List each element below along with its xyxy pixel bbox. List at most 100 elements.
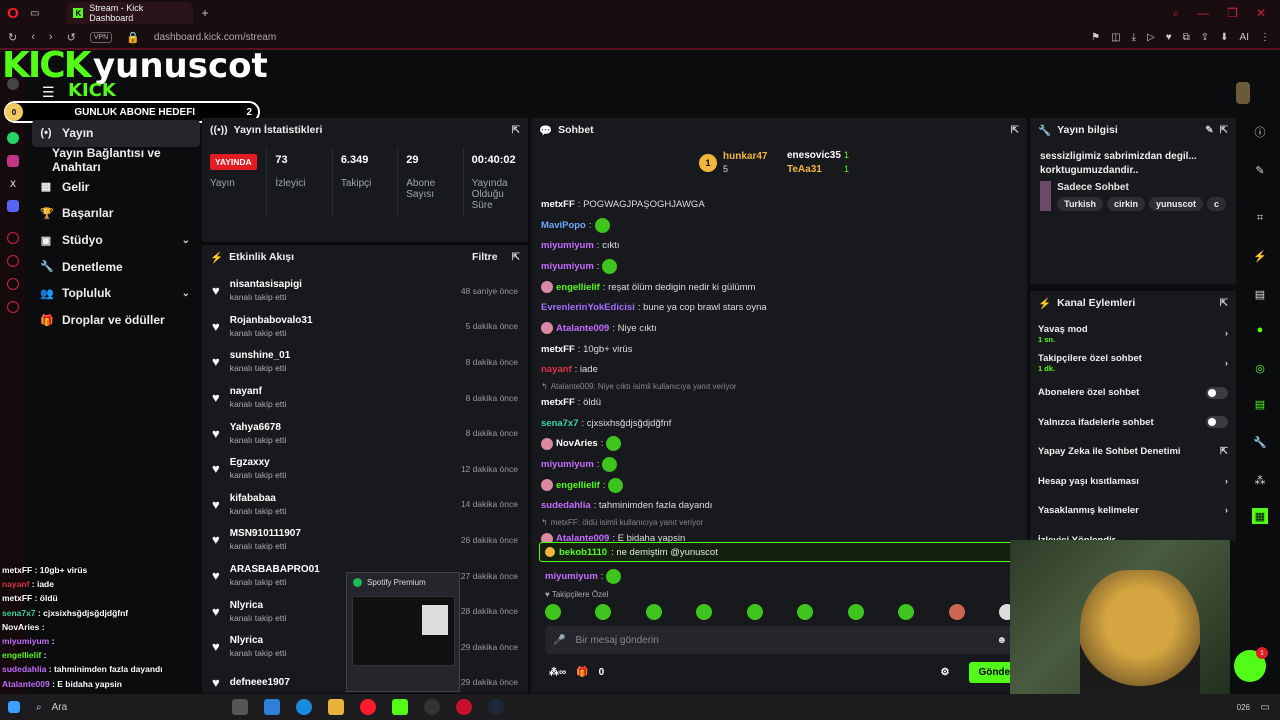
whatsapp-icon[interactable] bbox=[7, 132, 19, 144]
gifter-name[interactable]: hunkar47 bbox=[723, 151, 767, 162]
filter-button[interactable]: Filtre bbox=[472, 251, 498, 263]
minimize-icon[interactable]: — bbox=[1197, 6, 1209, 21]
chat-settings-icon[interactable]: ⚙ bbox=[940, 667, 949, 678]
history-icon[interactable] bbox=[7, 255, 19, 267]
maximize-icon[interactable]: ❐ bbox=[1227, 6, 1238, 21]
kick-icon[interactable] bbox=[392, 699, 408, 715]
emote-icon[interactable] bbox=[595, 604, 612, 620]
chat-username[interactable]: metxFF bbox=[541, 199, 575, 210]
activity-user[interactable]: nisantasisapigi bbox=[230, 279, 302, 290]
nav-item[interactable]: ▣ Stüdyo ⌄ bbox=[32, 227, 200, 254]
activity-user[interactable]: Rojanbabovalo31 bbox=[230, 315, 313, 326]
points-icon[interactable]: ⁂∞ bbox=[549, 667, 566, 678]
chat-message[interactable]: miyumiyum: bbox=[541, 454, 1021, 475]
activity-item[interactable]: ♥ MSN910111907 kanalı takip etti 26 dakika … bbox=[202, 522, 528, 558]
discord-icon[interactable] bbox=[7, 200, 19, 212]
activity-item[interactable]: ♥ nisantasisapigi kanalı takip etti 48 sani… bbox=[202, 273, 528, 309]
chat-icon[interactable]: ● bbox=[1252, 322, 1268, 338]
chat-input-placeholder[interactable]: Bir mesaj gönderin bbox=[575, 635, 658, 646]
popout-icon[interactable]: ⇱ bbox=[1220, 125, 1228, 136]
explorer-icon[interactable] bbox=[328, 699, 344, 715]
spotify-preview[interactable]: Spotify Premium bbox=[346, 572, 460, 692]
chat-username[interactable]: metxFF bbox=[541, 344, 575, 355]
forward-icon[interactable]: › bbox=[49, 31, 53, 43]
chat-username[interactable]: sena7x7 bbox=[541, 418, 579, 429]
chat-username[interactable]: metxFF bbox=[541, 397, 575, 408]
channel-action-row[interactable]: İzleyici Yönlendir bbox=[1030, 526, 1236, 541]
category-thumbnail[interactable] bbox=[1040, 181, 1052, 211]
chat-username[interactable]: engellielif bbox=[556, 480, 600, 491]
edit-icon[interactable]: ✎ bbox=[1205, 125, 1213, 136]
activity-user[interactable]: Nlyrica bbox=[230, 600, 287, 611]
activity-user[interactable]: MSN910111907 bbox=[230, 528, 301, 539]
wrench-icon[interactable]: 🔧 bbox=[1252, 434, 1268, 450]
emote-icon[interactable] bbox=[645, 604, 662, 620]
info-icon[interactable]: ⓘ bbox=[1252, 124, 1268, 140]
screen-icon[interactable]: ⌗ bbox=[1252, 210, 1268, 226]
activity-item[interactable]: ♥ sunshine_01 kanalı takip etti 8 dakika ön… bbox=[202, 344, 528, 380]
nav-item[interactable]: ▦ Gelir bbox=[32, 173, 200, 200]
notification-icon[interactable]: ▭ bbox=[1261, 702, 1270, 713]
popout-icon[interactable]: ⇱ bbox=[1220, 298, 1228, 309]
activity-user[interactable]: Yahya6678 bbox=[230, 422, 287, 433]
chat-message[interactable]: miyumiyum: bbox=[541, 256, 1021, 277]
emote-icon[interactable] bbox=[746, 604, 763, 620]
clapper-icon[interactable]: ▦ bbox=[1252, 508, 1268, 524]
activity-user[interactable]: nayanf bbox=[230, 386, 287, 397]
snapshot-icon[interactable]: ◫ bbox=[1111, 32, 1120, 43]
activity-user[interactable]: Egzaxxy bbox=[230, 457, 287, 468]
channel-action-row[interactable]: Yapay Zeka ile Sohbet Denetimi ⇱ bbox=[1030, 437, 1236, 467]
chat-message[interactable]: engellielif: reşat ölüm dedigin nedir ki… bbox=[541, 277, 1021, 298]
chat-message[interactable]: metxFF: 10gb+ virüs bbox=[541, 339, 1021, 360]
external-link-icon[interactable]: ⇱ bbox=[1220, 446, 1228, 457]
search-icon[interactable]: ⌕ bbox=[1172, 6, 1179, 21]
gifter-name[interactable]: TeAa31 bbox=[787, 164, 822, 175]
chat-message[interactable]: NovAries: bbox=[541, 434, 1021, 455]
chevron-down-icon[interactable]: ⌄ bbox=[182, 235, 190, 246]
start-icon[interactable] bbox=[8, 701, 20, 713]
nav-item[interactable]: (•) Yayın bbox=[32, 120, 200, 147]
toggle-switch[interactable] bbox=[1206, 386, 1228, 399]
chevron-right-icon[interactable]: › bbox=[1225, 328, 1228, 339]
bookmark-icon[interactable]: ⚑ bbox=[1091, 32, 1100, 43]
chat-username[interactable]: miyumiyum bbox=[541, 459, 594, 470]
ai-button[interactable]: AI bbox=[1240, 32, 1249, 43]
chat-username[interactable]: miyumiyum bbox=[545, 571, 598, 582]
activity-item[interactable]: ♥ nayanf kanalı takip etti 8 dakika önce bbox=[202, 380, 528, 416]
channel-action-row[interactable]: Takipçilere özel sohbet 1 dk. › bbox=[1030, 349, 1236, 379]
heart-icon[interactable]: ♥ bbox=[1166, 32, 1172, 43]
chat-username[interactable]: MaviPopo bbox=[541, 220, 586, 231]
chat-message[interactable]: sudedahlia: tahminimden fazla dayandı bbox=[541, 496, 1021, 517]
activity-item[interactable]: ♥ Rojanbabovalo31 kanalı takip etti 5 dakik… bbox=[202, 309, 528, 345]
edit-icon[interactable]: ✎ bbox=[1252, 162, 1268, 178]
chat-input[interactable]: 🎤 Bir mesaj gönderin ☻ bbox=[545, 626, 1015, 654]
url-field[interactable]: dashboard.kick.com/stream bbox=[154, 32, 276, 43]
stream-tag[interactable]: Turkish bbox=[1057, 196, 1103, 211]
gift-icon[interactable]: 🎁 bbox=[576, 667, 588, 678]
microphone-icon[interactable]: 🎤 bbox=[553, 635, 565, 646]
pinboard-icon[interactable] bbox=[7, 278, 19, 290]
chat-username[interactable]: NovAries bbox=[556, 438, 598, 449]
chat-username[interactable]: engellielif bbox=[556, 282, 600, 293]
emote-icon[interactable] bbox=[797, 604, 814, 620]
player-icon[interactable]: ▷ bbox=[1147, 32, 1155, 43]
avatar[interactable] bbox=[1236, 82, 1250, 104]
edge-icon[interactable] bbox=[296, 699, 312, 715]
new-tab-button[interactable]: + bbox=[201, 6, 208, 20]
chevron-right-icon[interactable]: › bbox=[1225, 358, 1228, 369]
chevron-down-icon[interactable]: ⌄ bbox=[182, 288, 190, 299]
chat-username[interactable]: miyumiyum bbox=[541, 240, 594, 251]
workspaces-icon[interactable]: ▭ bbox=[30, 8, 39, 19]
instagram-icon[interactable] bbox=[7, 155, 19, 167]
nav-item[interactable]: 🎁 Droplar ve ödüller bbox=[32, 307, 200, 334]
app-icon[interactable] bbox=[456, 699, 472, 715]
chat-message[interactable]: metxFF: öldü bbox=[541, 392, 1021, 413]
bolt-icon[interactable]: ⚡ bbox=[1252, 248, 1268, 264]
nav-item[interactable]: 🔧 Denetleme bbox=[32, 253, 200, 280]
popout-icon[interactable]: ⇱ bbox=[1011, 125, 1019, 136]
close-icon[interactable]: ✕ bbox=[1256, 6, 1266, 21]
chat-username[interactable]: sudedahlia bbox=[541, 500, 591, 511]
activity-item[interactable]: ♥ Yahya6678 kanalı takip etti 8 dakika önce bbox=[202, 415, 528, 451]
activity-user[interactable]: ARASBABAPRO01 bbox=[230, 564, 320, 575]
emote-icon[interactable] bbox=[545, 604, 561, 620]
